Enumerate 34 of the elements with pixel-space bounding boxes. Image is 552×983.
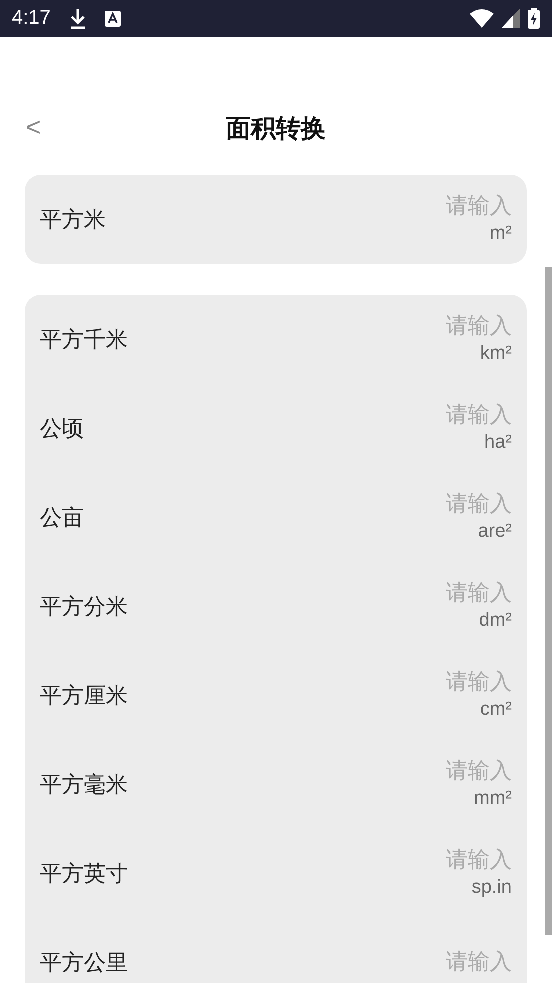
value-input[interactable]: 请输入 [392,403,512,428]
unit-name: 平方英寸 [40,860,128,888]
unit-name: 平方千米 [40,326,128,354]
value-input[interactable]: 请输入 [392,492,512,517]
unit-name: 公顷 [40,416,84,444]
unit-symbol: ha² [484,432,512,454]
status-time: 4:17 [12,7,51,30]
value-input[interactable]: 请输入 [392,314,512,339]
unit-symbol: cm² [480,699,512,721]
unit-symbol: km² [480,343,512,365]
value-input[interactable]: 请输入 [392,194,512,219]
unit-name: 公亩 [40,504,84,532]
download-icon [68,8,87,30]
value-input[interactable]: 请输入 [392,759,512,784]
unit-name: 平方米 [40,206,106,234]
unit-name: 平方厘米 [40,682,128,710]
unit-symbol: dm² [479,610,512,632]
unit-name: 平方分米 [40,594,128,622]
unit-symbol: sp.in [472,877,512,899]
unit-name: 平方毫米 [40,772,128,800]
unit-symbol: m² [490,223,512,245]
value-input[interactable]: 请输入 [392,848,512,873]
back-button[interactable]: < [22,114,46,140]
unit-symbol: mm² [474,788,512,810]
keyboard-icon [104,10,121,26]
value-input[interactable]: 请输入 [392,581,512,606]
signal-icon [502,9,520,28]
unit-name: 平方公里 [40,950,128,978]
value-input[interactable]: 请输入 [392,670,512,695]
wifi-icon [470,9,494,28]
unit-symbol: are² [478,521,512,543]
value-input[interactable]: 请输入 [392,950,512,975]
page-title: 面积转换 [226,114,326,144]
battery-icon [528,8,540,29]
